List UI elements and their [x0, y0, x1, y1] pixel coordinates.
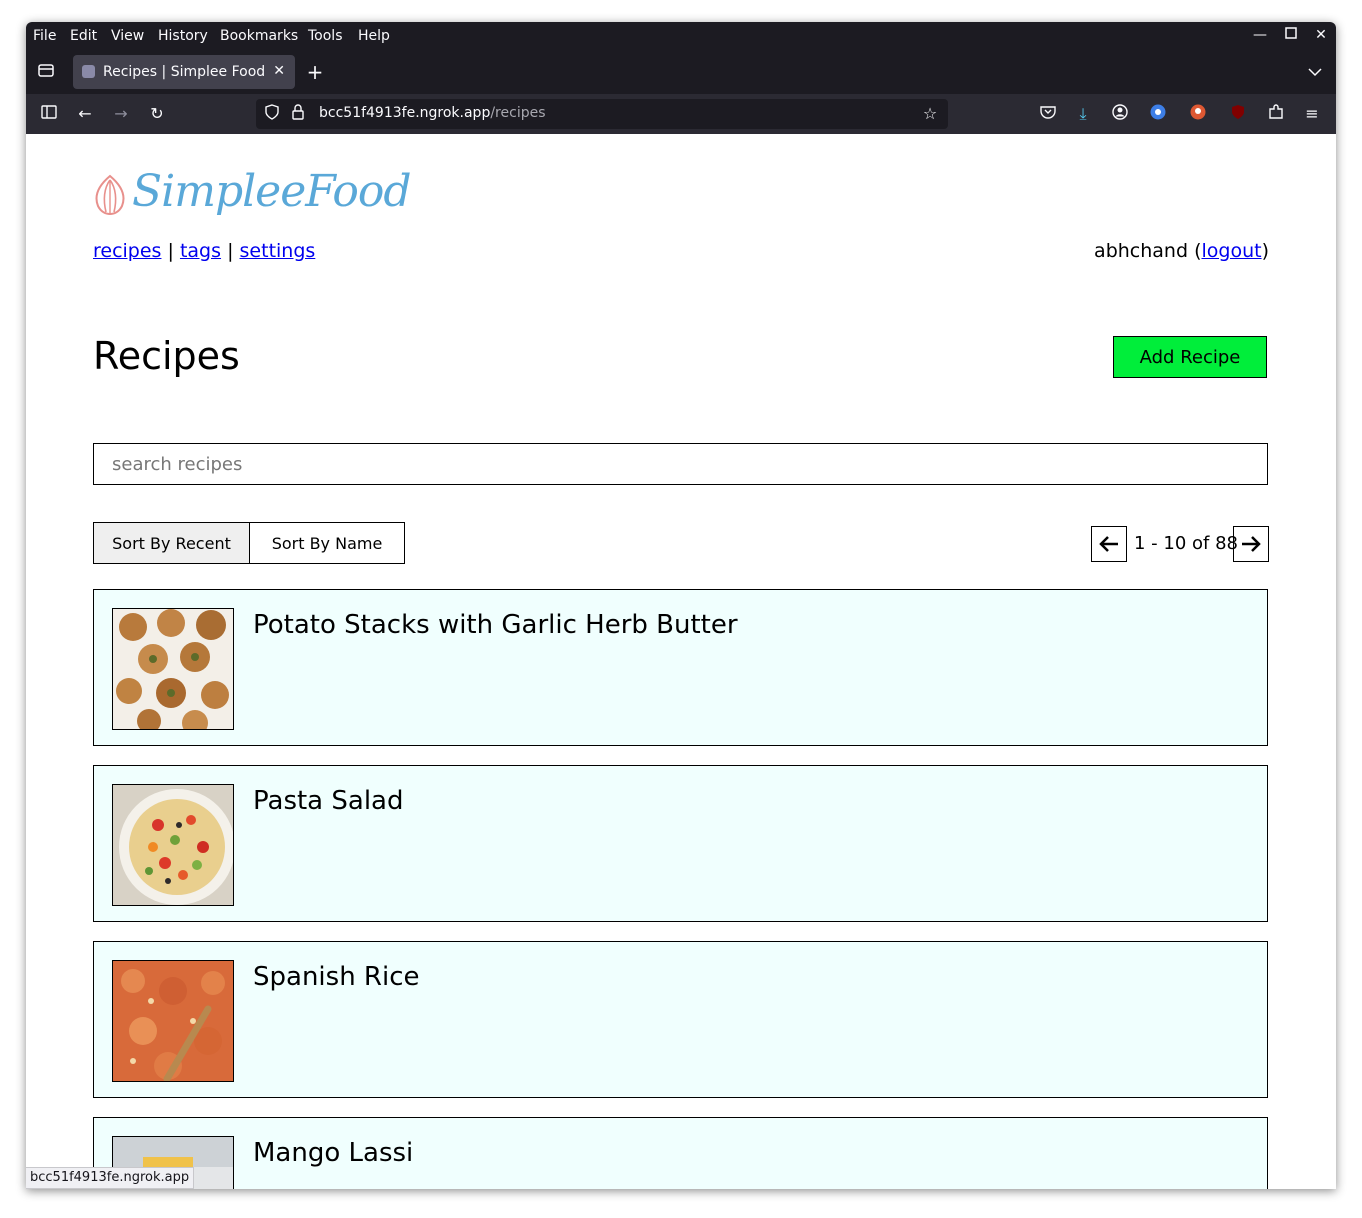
list-tabs-icon[interactable] — [1305, 62, 1325, 82]
recipe-thumbnail[interactable] — [112, 960, 234, 1082]
bookmark-star-icon[interactable]: ☆ — [920, 104, 940, 124]
browser-window: File Edit View History Bookmarks Tools H… — [26, 22, 1336, 1189]
maximize-icon[interactable] — [1283, 27, 1299, 43]
menu-bookmarks[interactable]: Bookmarks — [220, 28, 298, 44]
tab-overview-icon[interactable] — [36, 62, 56, 82]
page-title: Recipes — [93, 334, 240, 378]
logout-link[interactable]: logout — [1201, 240, 1261, 262]
menu-bar: File Edit View History Bookmarks Tools H… — [26, 22, 1336, 52]
minimize-icon[interactable]: — — [1252, 27, 1268, 43]
url-path: /recipes — [490, 105, 546, 121]
lock-icon[interactable] — [288, 104, 308, 124]
url-bar[interactable]: bcc51f4913fe.ngrok.app/recipes ☆ — [256, 99, 948, 129]
close-tab-icon[interactable]: ✕ — [273, 63, 285, 79]
pagination-label: 1 - 10 of 88 — [1134, 533, 1238, 554]
menu-file[interactable]: File — [33, 28, 56, 44]
url-text: bcc51f4913fe.ngrok.app/recipes — [319, 105, 546, 121]
extension-blue-icon[interactable] — [1148, 104, 1168, 124]
prev-page-arrow-icon[interactable] — [1091, 526, 1127, 562]
recipe-thumbnail[interactable] — [112, 784, 234, 906]
downloads-icon[interactable]: ⤓ — [1073, 104, 1093, 124]
recipe-card[interactable]: Potato Stacks with Garlic Herb Butter — [93, 589, 1268, 746]
tab-title: Recipes | Simplee Food — [103, 64, 266, 80]
next-page-arrow-icon[interactable] — [1233, 526, 1269, 562]
nav-link-recipes[interactable]: recipes — [93, 240, 161, 262]
sort-by-recent-button[interactable]: Sort By Recent — [93, 522, 250, 564]
recipe-title[interactable]: Potato Stacks with Garlic Herb Butter — [253, 610, 738, 640]
recipe-card[interactable]: Mango Lassi — [93, 1117, 1268, 1189]
nav-separator: | — [167, 240, 174, 262]
pagination: 1 - 10 of 88 — [1091, 526, 1269, 562]
recipe-thumbnail[interactable] — [112, 608, 234, 730]
onion-logo-icon — [95, 174, 125, 216]
add-recipe-button[interactable]: Add Recipe — [1113, 336, 1267, 378]
nav-separator: | — [227, 240, 234, 262]
recipe-title[interactable]: Spanish Rice — [253, 962, 420, 992]
extensions-puzzle-icon[interactable] — [1266, 104, 1286, 124]
nav-toolbar: ← → ↻ bcc51f4913fe.ngrok.app/recipes ☆ ⤓ — [26, 94, 1336, 134]
forward-icon[interactable]: → — [111, 104, 131, 124]
app-menu-icon[interactable]: ≡ — [1302, 104, 1322, 124]
nav-link-settings[interactable]: settings — [240, 240, 316, 262]
username: abhchand — [1094, 240, 1189, 262]
menu-help[interactable]: Help — [358, 28, 390, 44]
url-host: bcc51f4913fe.ngrok.app — [319, 105, 491, 121]
menu-tools[interactable]: Tools — [308, 28, 343, 44]
tab-recipes[interactable]: Recipes | Simplee Food ✕ — [73, 55, 295, 89]
user-info: abhchand (logout) — [1094, 240, 1269, 262]
close-window-icon[interactable]: ✕ — [1313, 27, 1329, 43]
recipe-card[interactable]: Spanish Rice — [93, 941, 1268, 1098]
recipe-card[interactable]: Pasta Salad — [93, 765, 1268, 922]
logo-text: SimpleeFood — [132, 166, 412, 217]
nav-link-tags[interactable]: tags — [180, 240, 221, 262]
ublock-icon[interactable] — [1228, 104, 1248, 124]
status-bar-url: bcc51f4913fe.ngrok.app — [26, 1167, 195, 1189]
account-icon[interactable] — [1110, 104, 1130, 124]
reload-icon[interactable]: ↻ — [147, 104, 167, 124]
page-content: SimpleeFood recipes | tags | settings ab… — [26, 134, 1336, 1189]
menu-view[interactable]: View — [111, 28, 144, 44]
new-tab-icon[interactable]: + — [305, 62, 325, 82]
site-favicon-icon — [82, 65, 95, 78]
tab-strip: Recipes | Simplee Food ✕ + — [26, 52, 1336, 94]
back-icon[interactable]: ← — [75, 104, 95, 124]
sort-by-name-button[interactable]: Sort By Name — [249, 522, 405, 564]
recipe-title[interactable]: Mango Lassi — [253, 1138, 413, 1168]
search-input[interactable] — [93, 443, 1268, 485]
duckduckgo-icon[interactable] — [1188, 104, 1208, 124]
menu-history[interactable]: History — [158, 28, 208, 44]
pocket-icon[interactable] — [1038, 104, 1058, 124]
recipe-title[interactable]: Pasta Salad — [253, 786, 403, 816]
sidebar-icon[interactable] — [39, 104, 59, 124]
menu-edit[interactable]: Edit — [70, 28, 97, 44]
shield-icon[interactable] — [262, 104, 282, 124]
site-nav: recipes | tags | settings — [93, 240, 315, 262]
